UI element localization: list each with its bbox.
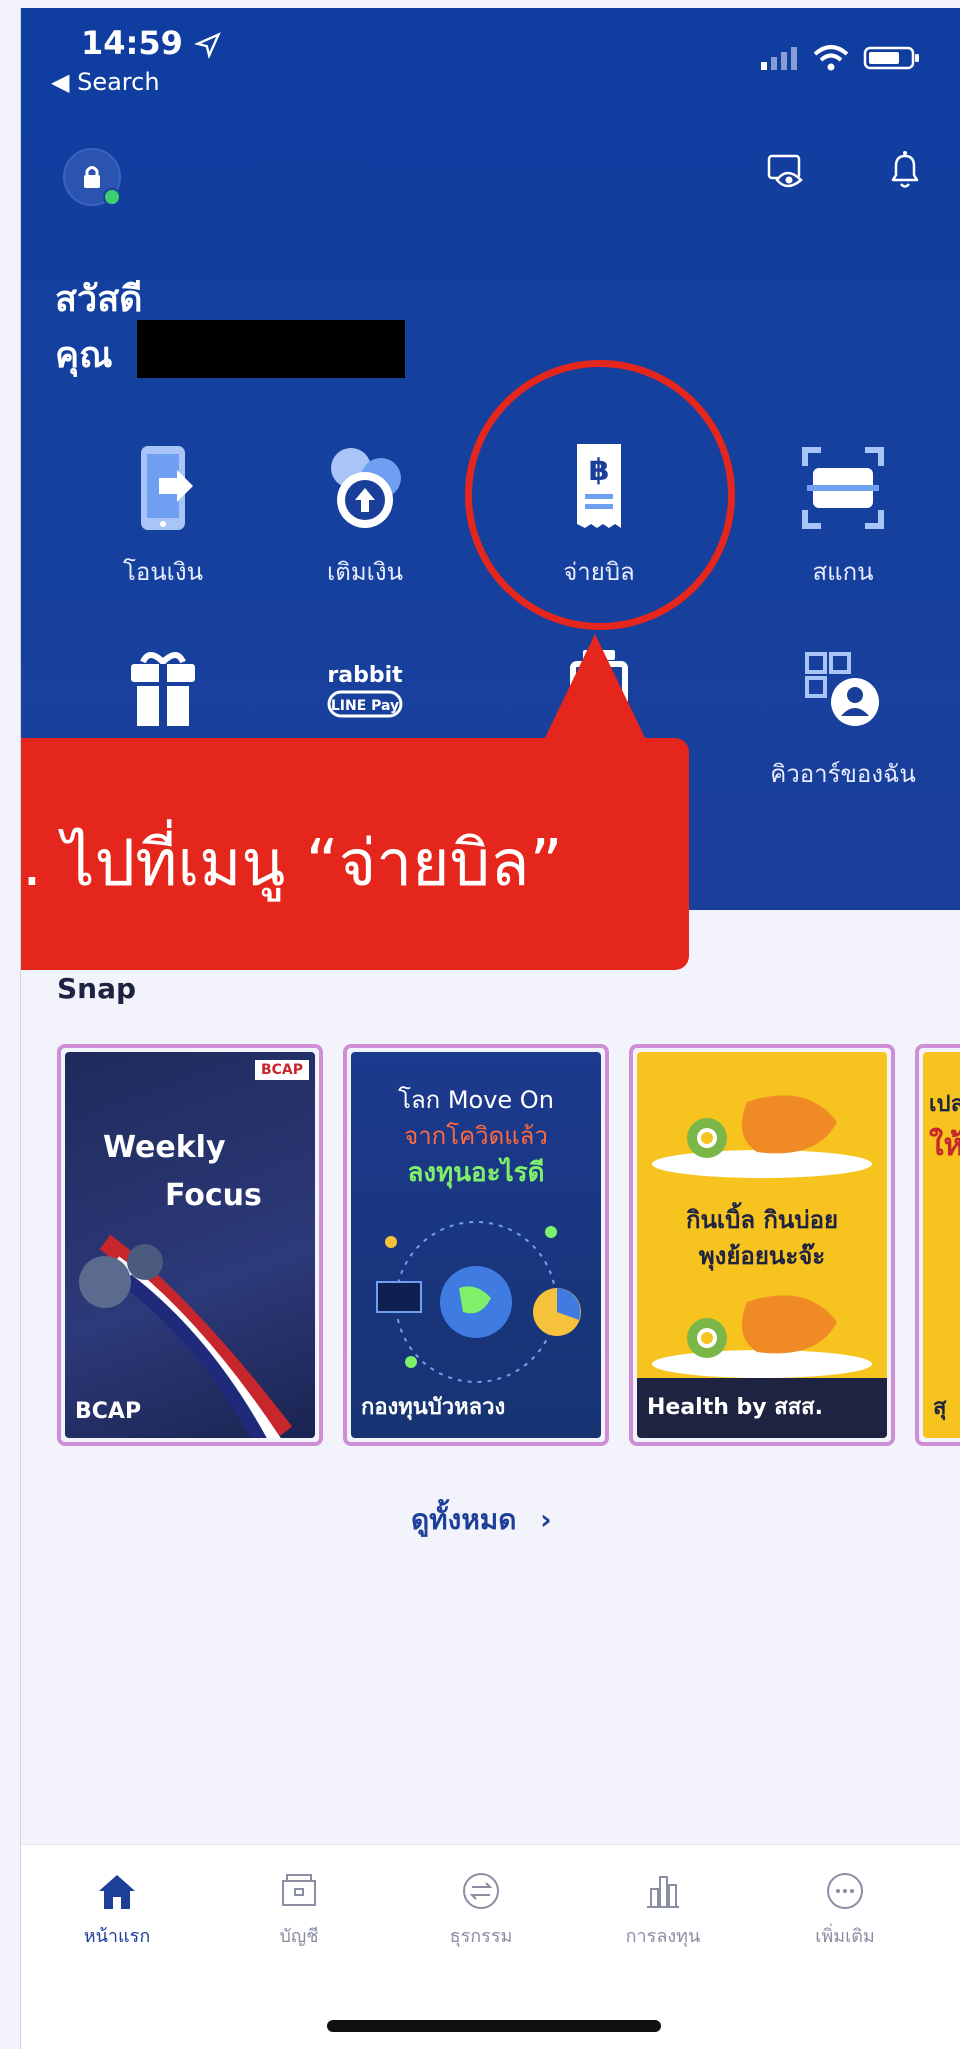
chart-icon	[647, 1876, 679, 1908]
greeting-line2: คุณ	[55, 335, 113, 376]
menu-scan[interactable]: สแกน	[753, 438, 933, 591]
weekly-text: Weekly	[103, 1130, 226, 1165]
move-on-text: โลก Move On	[398, 1086, 554, 1114]
bottom-tab-bar: หน้าแรก บัญชี ธุรกรรม การลงทุน เพิ่มเติม	[21, 1844, 960, 2049]
snap-card-partial[interactable]: เปล ให้ สุ	[915, 1044, 960, 1446]
greeting-line1: สวัสดี	[55, 279, 143, 320]
transfer-icon	[141, 446, 193, 530]
chicken-bottom-graphic	[652, 1295, 872, 1378]
tab-home-label: หน้าแรก	[83, 1926, 151, 1947]
see-all-link[interactable]: ดูทั้งหมด ›	[411, 1498, 552, 1542]
card-caption: กองทุนบัวหลวง	[361, 1395, 506, 1420]
menu-my-qr-label: คิวอาร์ของฉัน	[770, 760, 916, 788]
tab-accounts-label: บัญชี	[279, 1926, 319, 1947]
online-dot	[103, 188, 121, 206]
tab-investment-label: การลงทุน	[625, 1926, 701, 1947]
menu-topup[interactable]: เติมเงิน	[275, 438, 455, 591]
menu-gift[interactable]	[73, 640, 253, 754]
tab-home[interactable]: หน้าแรก	[57, 1869, 177, 1950]
card-caption: Health by สสส.	[647, 1395, 823, 1420]
back-to-search[interactable]: ◀ Search	[51, 68, 160, 96]
wifi-icon	[813, 45, 849, 71]
tab-investment[interactable]: การลงทุน	[603, 1869, 723, 1950]
snap-card-health[interactable]: กินเบิ้ล กินบ่อย พุงย้อยนะจ๊ะ Health by …	[629, 1044, 895, 1446]
snap-card-bcap[interactable]: BCAP Weekly Focus BCAP	[57, 1044, 323, 1446]
belly-text: พุงย้อยนะจ๊ะ	[698, 1242, 826, 1270]
snap-card-partial-image: เปล ให้ สุ	[923, 1052, 960, 1438]
from-covid-text: จากโควิดแล้ว	[404, 1122, 548, 1150]
redacted-name	[137, 320, 405, 378]
status-time-text: 14:59	[81, 24, 183, 62]
see-all-label: ดูทั้งหมด	[411, 1503, 517, 1536]
card-caption: สุ	[933, 1395, 947, 1420]
menu-transfer-label: โอนเงิน	[122, 558, 204, 586]
highlight-circle	[465, 360, 735, 630]
tab-transactions[interactable]: ธุรกรรม	[421, 1869, 541, 1950]
gift-icon	[131, 652, 195, 726]
partial-line1: เปล	[929, 1092, 960, 1117]
partial-line2: ให้	[929, 1128, 960, 1163]
bell-icon[interactable]	[883, 148, 927, 192]
menu-transfer[interactable]: โอนเงิน	[73, 438, 253, 591]
eat-double-text: กินเบิ้ล กินบ่อย	[685, 1206, 839, 1234]
home-icon	[99, 1875, 135, 1909]
snap-card-bualuang[interactable]: โลก Move On จากโควิดแล้ว ลงทุนอะไรดี กอง…	[343, 1044, 609, 1446]
tab-transactions-label: ธุรกรรม	[449, 1926, 513, 1947]
my-qr-icon	[805, 652, 879, 726]
card-caption: BCAP	[75, 1399, 142, 1424]
menu-rabbit-line-pay[interactable]: rabbit LINE Pay	[275, 640, 455, 754]
eye-card-icon[interactable]	[765, 148, 809, 192]
menu-my-qr[interactable]: คิวอาร์ของฉัน	[753, 640, 933, 793]
invest-what-text: ลงทุนอะไรดี	[407, 1158, 545, 1188]
app-screen: 14:59 ◀ Search สวัสดี คุณ โอนเงิน เติมเง…	[20, 8, 960, 2049]
callout-text: 1. ไปที่เมนู “จ่ายบิล”	[20, 827, 563, 901]
wallet-icon	[282, 1874, 316, 1906]
scan-icon	[802, 447, 884, 529]
snap-card-bualuang-image: โลก Move On จากโควิดแล้ว ลงทุนอะไรดี กอง…	[351, 1052, 601, 1438]
chicken-top-graphic	[652, 1095, 872, 1178]
battery-icon	[863, 46, 919, 70]
home-indicator	[327, 2020, 661, 2032]
rabbit-line-pay-icon: rabbit LINE Pay	[327, 663, 403, 718]
snap-card-bcap-image: BCAP Weekly Focus BCAP	[65, 1052, 315, 1438]
transaction-icon	[463, 1873, 499, 1909]
bcap-badge: BCAP	[254, 1060, 309, 1080]
tab-accounts[interactable]: บัญชี	[239, 1869, 359, 1950]
rabbit-logo-text: rabbit	[327, 663, 403, 688]
instruction-callout: 1. ไปที่เมนู “จ่ายบิล”	[20, 738, 689, 970]
topup-icon	[331, 448, 401, 528]
tab-more[interactable]: เพิ่มเติม	[785, 1869, 905, 1950]
lock-avatar[interactable]	[63, 148, 121, 206]
signal-icon	[761, 47, 797, 70]
status-time: 14:59	[81, 24, 222, 62]
menu-topup-label: เติมเงิน	[327, 558, 403, 586]
location-arrow-icon	[193, 32, 221, 60]
callout-pointer	[541, 634, 649, 746]
status-indicators	[759, 44, 921, 72]
menu-scan-label: สแกน	[812, 558, 874, 586]
tab-more-label: เพิ่มเติม	[815, 1926, 875, 1947]
snap-card-health-image: กินเบิ้ล กินบ่อย พุงย้อยนะจ๊ะ Health by …	[637, 1052, 887, 1438]
more-icon	[827, 1873, 863, 1909]
snap-section-title: Snap	[57, 972, 137, 1005]
line-pay-logo-text: LINE Pay	[331, 698, 399, 714]
globe-graphic	[376, 1221, 581, 1383]
chevron-right-icon: ›	[540, 1503, 552, 1536]
